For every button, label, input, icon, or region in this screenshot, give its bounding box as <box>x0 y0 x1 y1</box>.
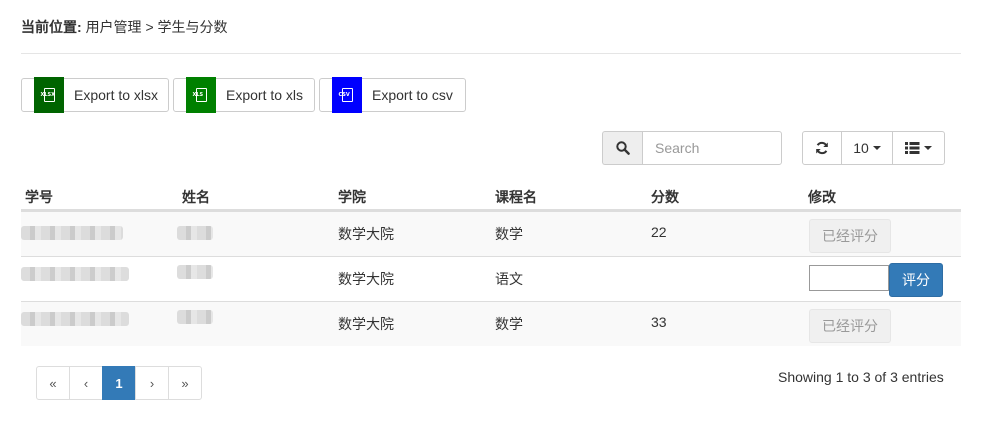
header-course[interactable]: 课程名 <box>495 187 537 207</box>
page-first-button[interactable]: « <box>36 366 70 400</box>
student-id-redacted <box>21 267 129 281</box>
graded-button[interactable]: 已经评分 <box>809 309 891 343</box>
table-header: 学号 姓名 学院 课程名 分数 修改 <box>21 178 961 211</box>
student-id-redacted <box>21 312 129 326</box>
csv-file-icon: CSV <box>332 77 362 113</box>
export-csv-button[interactable]: CSV Export to csv <box>319 77 466 113</box>
export-xls-button[interactable]: XLS Export to xls <box>173 77 315 113</box>
list-columns-icon <box>905 142 920 154</box>
table-toolbar: 10 <box>802 131 945 165</box>
chevron-down-icon <box>924 146 932 150</box>
score-input[interactable] <box>809 265 889 291</box>
page-1-button[interactable]: 1 <box>102 366 136 400</box>
page-last-button[interactable]: » <box>168 366 202 400</box>
columns-dropdown[interactable] <box>892 131 945 165</box>
cell-college: 数学大院 <box>338 271 394 287</box>
scores-table: 学号 姓名 学院 课程名 分数 修改 数学大院 数学 22 已经评分 数学大院 … <box>21 178 961 346</box>
page-prev-button[interactable]: ‹ <box>69 366 103 400</box>
search-group <box>602 131 782 165</box>
header-college[interactable]: 学院 <box>338 187 366 207</box>
cell-college: 数学大院 <box>338 226 394 242</box>
search-icon[interactable] <box>602 131 642 165</box>
pagination: « ‹ 1 › » <box>36 366 202 400</box>
student-name-redacted <box>177 310 213 324</box>
table-row: 数学大院 语文 评分 <box>21 256 961 301</box>
xlsx-file-icon: XLSX <box>34 77 64 113</box>
header-student-id[interactable]: 学号 <box>25 187 53 207</box>
student-id-redacted <box>21 226 123 240</box>
cell-course: 数学 <box>495 226 523 242</box>
cell-course: 语文 <box>495 271 523 287</box>
header-score[interactable]: 分数 <box>651 187 679 207</box>
divider <box>21 53 961 54</box>
cell-college: 数学大院 <box>338 316 394 332</box>
header-name[interactable]: 姓名 <box>182 187 210 207</box>
grade-button[interactable]: 评分 <box>889 263 943 297</box>
refresh-button[interactable] <box>802 131 842 165</box>
page-size-dropdown[interactable]: 10 <box>841 131 893 165</box>
breadcrumb: 当前位置: 用户管理 > 学生与分数 <box>21 17 228 37</box>
export-xls-label: Export to xls <box>226 87 304 103</box>
breadcrumb-prefix: 当前位置: <box>21 19 82 35</box>
header-edit[interactable]: 修改 <box>808 187 836 207</box>
table-row: 数学大院 数学 33 已经评分 <box>21 301 961 346</box>
export-csv-label: Export to csv <box>372 87 453 103</box>
refresh-icon <box>816 141 828 155</box>
page-size-value: 10 <box>853 140 869 156</box>
export-xlsx-button[interactable]: XLSX Export to xlsx <box>21 77 169 113</box>
export-xlsx-label: Export to xlsx <box>74 87 159 103</box>
student-name-redacted <box>177 265 213 279</box>
cell-score: 33 <box>651 314 667 330</box>
student-name-redacted <box>177 226 213 240</box>
table-row: 数学大院 数学 22 已经评分 <box>21 211 961 256</box>
search-input[interactable] <box>642 131 782 165</box>
graded-button[interactable]: 已经评分 <box>809 219 891 253</box>
page-next-button[interactable]: › <box>135 366 169 400</box>
cell-course: 数学 <box>495 316 523 332</box>
xls-file-icon: XLS <box>186 77 216 113</box>
cell-score: 22 <box>651 224 667 240</box>
entries-summary: Showing 1 to 3 of 3 entries <box>778 369 944 385</box>
chevron-down-icon <box>872 146 881 150</box>
breadcrumb-path: 用户管理 > 学生与分数 <box>85 19 228 35</box>
